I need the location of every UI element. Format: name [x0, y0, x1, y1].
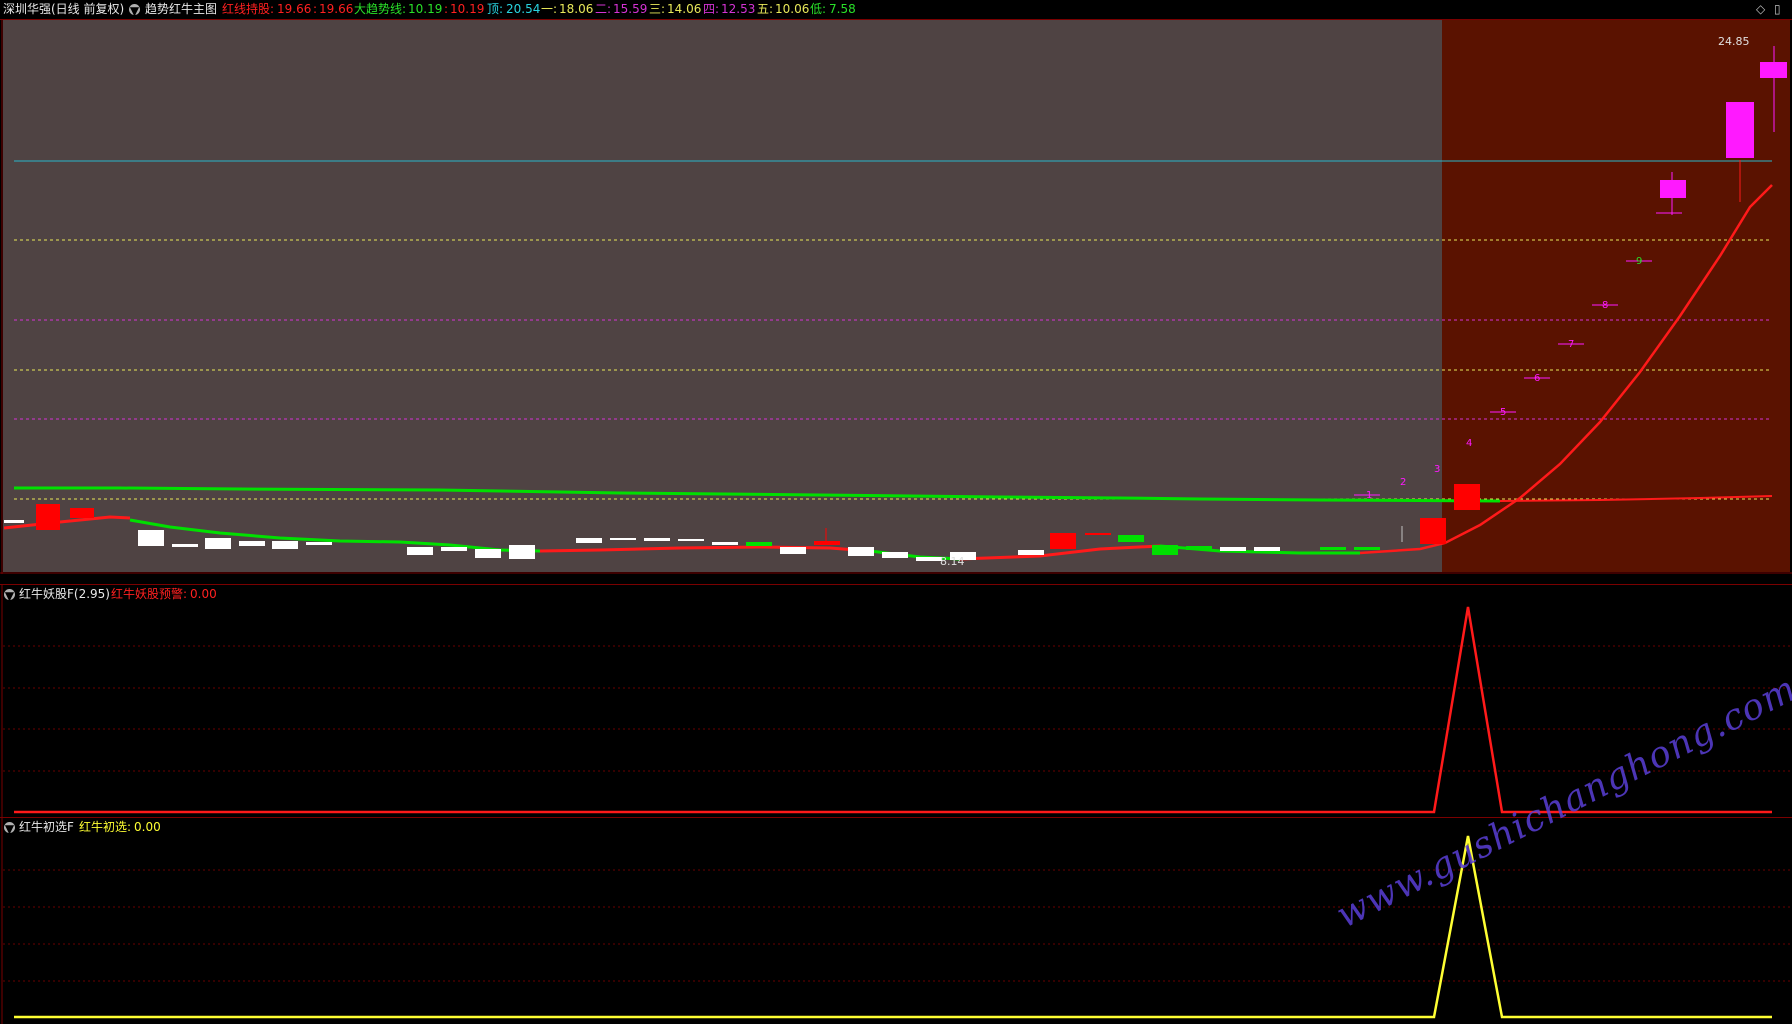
candle — [1420, 518, 1446, 544]
top-colon: : — [499, 2, 504, 16]
candle — [814, 541, 840, 545]
trend-colon-2: : — [444, 2, 449, 16]
trend-value-2: 10.19 — [450, 2, 485, 16]
rise-day-label: 8 — [1602, 300, 1608, 311]
rise-day-label: 7 — [1568, 339, 1574, 350]
candle — [780, 547, 806, 554]
level5-colon: : — [769, 2, 774, 16]
low-label: 低 — [810, 2, 823, 16]
top-label: 顶 — [487, 2, 500, 16]
level2-colon: : — [607, 2, 612, 16]
panel3-chart — [1, 818, 1790, 1024]
candle — [1254, 547, 1280, 551]
stock-name[interactable]: 深圳华强(日线 前复权) — [3, 2, 124, 16]
candle — [509, 545, 535, 559]
red-line-colon-2: : — [313, 2, 318, 16]
candle — [916, 557, 942, 561]
candle — [272, 541, 298, 549]
candle — [1050, 533, 1076, 549]
trend-colon: : — [402, 2, 407, 16]
candle — [239, 541, 265, 546]
level3-colon: : — [661, 2, 666, 16]
candle — [36, 504, 60, 530]
indicator-name[interactable]: 趋势红牛主图 — [145, 2, 217, 16]
level3-label: 三 — [649, 2, 662, 16]
candle — [1660, 180, 1686, 198]
level2-value: 15.59 — [613, 2, 648, 16]
top-value: 20.54 — [506, 2, 541, 16]
candle — [441, 547, 467, 551]
candle — [1152, 545, 1178, 555]
candle — [1354, 547, 1380, 550]
candle — [1454, 484, 1480, 510]
candle — [1320, 547, 1346, 550]
low-colon: : — [822, 2, 827, 16]
candle — [1726, 102, 1754, 158]
red-line-value-1: 19.66 — [277, 2, 312, 16]
rise-day-label: 6 — [1534, 373, 1540, 384]
indicator-menu-icon[interactable]: ▼ — [129, 4, 140, 18]
red-line-value-2: 19.66 — [319, 2, 354, 16]
panel2-line — [14, 606, 1772, 814]
candle — [1018, 550, 1044, 555]
candle — [848, 547, 874, 556]
main-chart[interactable]: 1 2 3 4 5 6 7 8 9 24.85 8.14 — [0, 20, 1792, 574]
level4-label: 四 — [703, 2, 716, 16]
trend-value-1: 10.19 — [408, 2, 443, 16]
candle — [1118, 535, 1144, 542]
candle — [70, 508, 94, 518]
candle — [475, 549, 501, 558]
level5-label: 五 — [757, 2, 770, 16]
level4-colon: : — [715, 2, 720, 16]
candle — [712, 542, 738, 545]
max-price-label: 24.85 — [1718, 35, 1750, 48]
candle — [407, 547, 433, 555]
level2-label: 二 — [595, 2, 608, 16]
level1-value: 18.06 — [559, 2, 594, 16]
candle — [138, 530, 164, 546]
red-line-label: 红线持股 — [222, 2, 271, 16]
level1-label: 一 — [541, 2, 554, 16]
level5-value: 10.06 — [775, 2, 810, 16]
low-value: 7.58 — [829, 2, 856, 16]
panel2-chart — [1, 585, 1790, 818]
indicator-panel-3[interactable]: ▼ 红牛初选F 红牛初选 : 0.00 — [0, 817, 1792, 1024]
level3-value: 14.06 — [667, 2, 702, 16]
candle — [882, 552, 908, 558]
rise-day-label: 2 — [1400, 477, 1406, 488]
level4-value: 12.53 — [721, 2, 756, 16]
candle — [172, 544, 198, 547]
level1-colon: : — [553, 2, 558, 16]
window-toggle-icon[interactable]: ▯ — [1774, 2, 1781, 16]
rise-day-label: 9 — [1636, 256, 1642, 267]
rise-day-label: 3 — [1434, 464, 1440, 475]
trend-label: 大趋势线 — [354, 2, 403, 16]
indicator-panel-2[interactable]: ▼ 红牛妖股F(2.95) 红牛妖股预警 : 0.00 — [0, 584, 1792, 818]
candle — [576, 538, 602, 543]
rise-day-label: 5 — [1500, 407, 1506, 418]
red-line-colon: : — [270, 2, 275, 16]
candle — [1220, 547, 1246, 551]
rise-day-label: 4 — [1466, 438, 1472, 449]
chart-header: 深圳华强(日线 前复权) ▼ 趋势红牛主图 红线持股 : 19.66 : 19.… — [0, 0, 1792, 20]
candle — [1760, 62, 1787, 78]
candle — [746, 542, 772, 546]
panel3-line — [14, 835, 1772, 1019]
candle — [4, 520, 24, 523]
min-price-label: 8.14 — [940, 555, 965, 568]
candle — [644, 538, 670, 541]
candle — [678, 539, 704, 541]
candle — [205, 538, 231, 549]
candle — [306, 542, 332, 545]
candle — [610, 538, 636, 540]
candle — [1085, 533, 1111, 535]
diamond-icon[interactable]: ◇ — [1756, 2, 1765, 16]
rise-day-label: 1 — [1366, 490, 1372, 501]
candle — [1186, 546, 1212, 550]
